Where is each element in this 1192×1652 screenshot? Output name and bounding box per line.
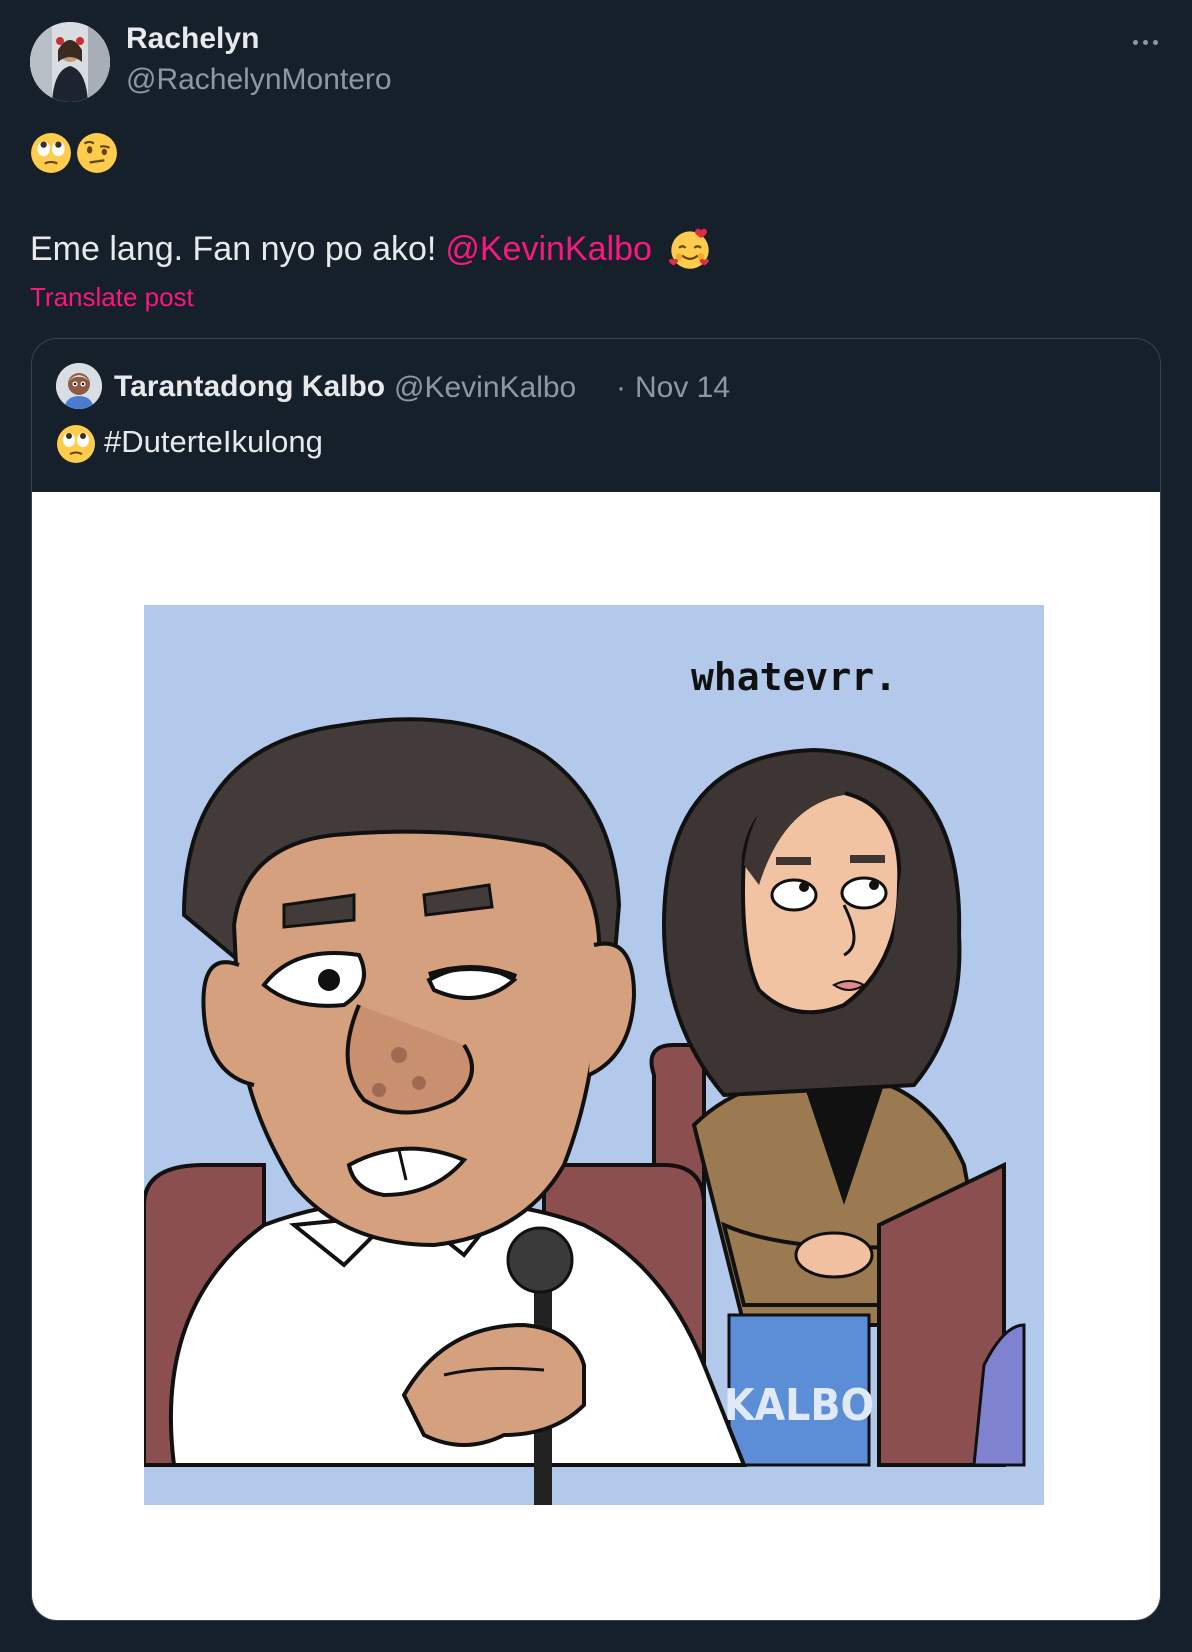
comic-signature: KALBO	[724, 1380, 874, 1431]
author-handle[interactable]: @RachelynMontero	[126, 63, 392, 97]
post: Rachelyn @RachelynMontero Eme lang. Fan …	[0, 0, 1192, 1652]
quote-author-handle[interactable]: @KevinKalbo	[394, 371, 576, 405]
emoji-line	[30, 132, 118, 174]
comic-illustration: KALBO whatevrr.	[144, 605, 1044, 1505]
quote-author-name[interactable]: Tarantadong Kalbo	[114, 370, 385, 404]
quote-hashtag[interactable]: #DuterteIkulong	[104, 424, 323, 460]
quote-tweet-card[interactable]: Tarantadong Kalbo @KevinKalbo · Nov 14 #…	[31, 338, 1161, 1621]
more-options-button[interactable]	[1120, 22, 1170, 62]
more-dot-icon	[1152, 39, 1158, 45]
comic-speech-text: whatevrr.	[691, 655, 897, 699]
face-with-rolling-eyes-icon	[57, 425, 95, 463]
smiling-face-with-hearts-icon	[668, 228, 709, 269]
more-dot-icon	[1132, 39, 1138, 45]
more-dot-icon	[1142, 39, 1148, 45]
face-with-rolling-eyes-icon	[31, 133, 71, 173]
author-name[interactable]: Rachelyn	[126, 22, 259, 56]
author-avatar[interactable]	[30, 22, 110, 102]
post-text: Eme lang. Fan nyo po ako! @KevinKalbo	[30, 227, 712, 271]
post-body-text: Eme lang. Fan nyo po ako!	[30, 229, 437, 268]
quote-separator: ·	[616, 371, 626, 404]
mention-link[interactable]: @KevinKalbo	[445, 230, 652, 269]
quote-media-image[interactable]: KALBO whatevrr.	[32, 492, 1160, 1620]
quote-author-avatar[interactable]	[56, 363, 102, 409]
face-with-raised-eyebrow-icon	[77, 133, 117, 173]
quote-date[interactable]: Nov 14	[635, 371, 730, 405]
translate-post-link[interactable]: Translate post	[30, 282, 194, 313]
